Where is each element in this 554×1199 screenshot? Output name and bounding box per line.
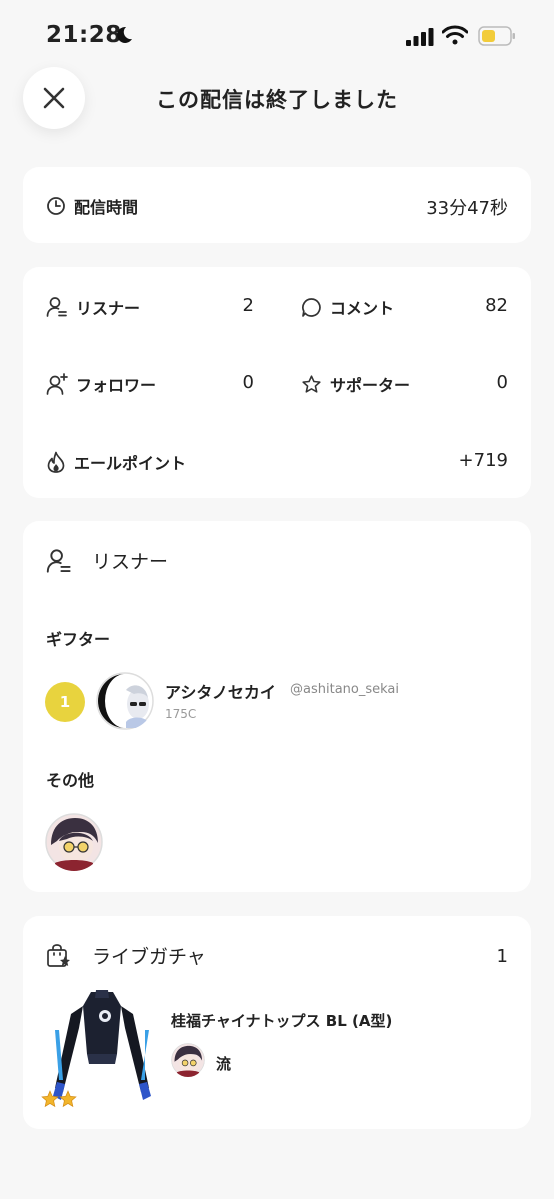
wifi-icon (442, 25, 468, 45)
status-time: 21:28 (46, 22, 122, 48)
duration-card: 配信時間 33分47秒 (23, 167, 531, 243)
stat-yell-points-label: エールポイント (74, 454, 187, 473)
gifter-handle: @ashitano_sekai (290, 682, 399, 697)
stat-followers: フォロワー (46, 372, 156, 396)
gacha-bag-icon (47, 943, 70, 967)
gifter-sub: 175C (165, 707, 197, 721)
gifters-label: ギフター (46, 630, 111, 649)
stats-card: リスナー 2 コメント 82 フォロワー 0 サポーター 0 エールポイント +… (23, 267, 531, 498)
gacha-section-title: ライブガチャ (92, 946, 206, 968)
gacha-item-image[interactable] (41, 984, 163, 1112)
stat-listeners: リスナー (46, 295, 140, 319)
stat-supporters: サポーター (301, 372, 410, 396)
listener-card: リスナー ギフター 1 アシタノセカイ @ashitano_sekai 175C… (23, 521, 531, 892)
owner-avatar[interactable] (171, 1043, 205, 1077)
star-icon (302, 374, 321, 393)
owner-name[interactable]: 流 (216, 1053, 231, 1074)
other-listener-avatar[interactable] (45, 813, 103, 871)
duration-value: 33分47秒 (426, 198, 508, 219)
gacha-section-header: ライブガチャ (46, 942, 206, 969)
stat-comments-label: コメント (330, 299, 395, 318)
moon-icon (117, 26, 132, 43)
rank-badge: 1 (45, 682, 85, 722)
add-person-icon (46, 373, 68, 395)
duration-row: 配信時間 (46, 194, 138, 218)
stat-followers-value: 0 (242, 372, 254, 393)
stat-comments-value: 82 (485, 295, 508, 316)
listener-section-title: リスナー (92, 551, 169, 573)
comment-icon (302, 297, 321, 317)
gifter-avatar[interactable] (96, 672, 154, 730)
flame-icon (47, 451, 65, 473)
stat-yell-points-value: +719 (458, 450, 508, 471)
page-title: この配信は終了しました (156, 88, 398, 112)
others-label: その他 (46, 771, 95, 790)
duration-label: 配信時間 (74, 198, 139, 217)
status-bar: 21:28 (0, 0, 554, 68)
battery-icon (478, 26, 515, 46)
stat-supporters-value: 0 (496, 372, 508, 393)
live-gacha-card: ライブガチャ 1 桂福チャイナトップス BL (A型) 流 (23, 916, 531, 1129)
stat-listeners-label: リスナー (76, 299, 141, 318)
listener-section-header: リスナー (46, 547, 168, 574)
clock-icon (47, 197, 65, 215)
gacha-count: 1 (496, 946, 508, 967)
stat-listeners-value: 2 (242, 295, 254, 316)
rarity-star-icon (41, 1090, 59, 1108)
signal-icon (406, 28, 434, 46)
stat-comments: コメント (301, 295, 394, 319)
rarity-star-icon (59, 1090, 77, 1108)
gacha-item-name[interactable]: 桂福チャイナトップス BL (A型) (171, 1010, 392, 1031)
stat-yell-points: エールポイント (46, 450, 186, 474)
listener-icon (46, 548, 71, 573)
gifter-name[interactable]: アシタノセカイ (165, 679, 276, 703)
stat-followers-label: フォロワー (76, 376, 157, 395)
stat-supporters-label: サポーター (330, 376, 411, 395)
listener-icon (46, 297, 67, 317)
